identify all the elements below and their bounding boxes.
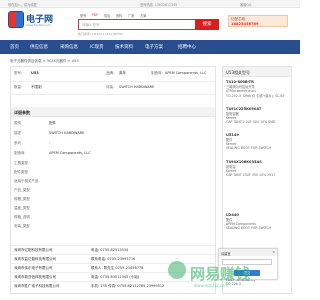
nav-item-purchase[interactable]: 采购信息 (60, 44, 78, 50)
brand-label: 品牌： (106, 71, 117, 75)
nav-item-ic-stock[interactable]: IC现货 (90, 44, 103, 50)
contact-company[interactable]: 深圳市益达普科技有限公司 (14, 257, 56, 262)
detail-label: 规格_类型 (14, 197, 30, 201)
site-logo-icon[interactable] (8, 11, 24, 28)
divider (11, 81, 215, 82)
contact-info: 电话: 0755-82513534 (91, 248, 129, 252)
detail-row: 系列 - (11, 139, 215, 149)
detail-row: 温度_类型 (11, 204, 215, 213)
related-item[interactable]: T491C225K050AT 钽电容器 Kemet CAP TANT 2.2UF… (226, 107, 275, 124)
detail-label: 制造商 (14, 151, 25, 155)
search-input[interactable]: 请输入型号 (78, 19, 195, 30)
contact-company[interactable]: 深圳市新亚信科技有限公司 (14, 275, 56, 280)
search-button[interactable]: 搜索 (195, 19, 219, 30)
ad-phone: 18823456789 (231, 22, 259, 26)
related-item[interactable]: T410-800B-TR 三端双向可控硅开关 STMicroelectronic… (226, 80, 290, 98)
detail-value: - (49, 141, 51, 145)
topbar-left-text[interactable]: 现在加入，成为收藏 (8, 2, 37, 7)
detail-table: 类别 配件 描述 SWITCH HARDWARE 系列 - 制造商 APEM C… (11, 119, 215, 231)
related-item[interactable]: T494X106K035AS 钽电容 Kemet CAP TANT 10UF 3… (226, 160, 275, 177)
mfr-value: APEM Components, LLC (165, 71, 207, 75)
related-item-line: SEALING BOOT FOR SWITCH (226, 226, 271, 230)
detail-label: 安装_类型 (14, 224, 30, 228)
sidebar-header: U53相关型号 (223, 67, 291, 77)
nav-item-tech[interactable]: 技术资料 (115, 44, 133, 50)
model-label: 型号： (14, 71, 25, 75)
contact-company[interactable]: 深圳市胜广电子科技有限公司 (14, 284, 60, 289)
ad-banner[interactable]: 亿配芯城 18823456789 (228, 15, 288, 27)
pkg-label: 封装： (106, 85, 117, 89)
main-nav: 首页 供应信息 采购信息 IC现货 技术资料 电子方案 招聘中心 (0, 40, 300, 54)
related-item-line: TO-252-3, DPak (2 引线+接片), SC-63 (226, 94, 285, 98)
search-tab[interactable]: PDF (92, 13, 98, 17)
detail-header: 详细参数 (11, 107, 215, 117)
detail-label: 温度_类型 (14, 206, 30, 210)
qty-value: 不限制 (31, 85, 42, 89)
divider (11, 94, 215, 95)
nav-item-supply[interactable]: 供应信息 (30, 44, 48, 50)
close-icon[interactable]: × (272, 250, 275, 254)
watermark-logo-icon (168, 261, 186, 279)
detail-label: 配件类型 (14, 170, 28, 174)
topbar-hotline: 咨询热线: 13632612345 (140, 3, 178, 7)
topbar-qq[interactable]: 客服QQ (240, 2, 251, 7)
contact-info: 联系电话: 0755-23995716 (91, 257, 136, 261)
detail-label: 适用于相关产品 (14, 179, 39, 183)
detail-label: 规格_说明 (14, 215, 30, 219)
search-tab[interactable]: 型号 (80, 13, 86, 18)
hot-search[interactable]: 热门搜索: LM324 TL431 NE555 (78, 32, 123, 36)
mfr-label: 制造商： (151, 71, 165, 75)
detail-label: 系列 (14, 141, 21, 145)
qty-label: 数量： (14, 85, 25, 89)
search-tab[interactable]: 方案 (140, 13, 146, 18)
detail-row: 类别 配件 (11, 119, 215, 129)
nav-item-home[interactable]: 首页 (10, 44, 19, 50)
related-item-line: CAP TANT 10UF 35V 10% 2917 (226, 173, 276, 177)
search-tab[interactable]: 资料 (116, 13, 122, 18)
detail-row: 产品_类型 (11, 186, 215, 195)
watermark: 网易赚钱 www.wzszsz.com (168, 255, 288, 295)
contact-row: 深圳市亿配科技有限公司 电话: 0755-82513534 (11, 245, 215, 254)
detail-row: 制造商 APEM Components, LLC (11, 149, 215, 159)
detail-label: 描述 (14, 131, 21, 135)
search-tab[interactable]: 供应 (104, 13, 110, 18)
contact-company[interactable]: 深圳市纬尔电子有限公司 (14, 266, 53, 271)
detail-label: 工具类型 (14, 161, 28, 165)
related-item[interactable]: U2440 配件 APEM Components SEALING BOOT FO… (226, 213, 271, 230)
detail-row: 描述 SWITCH HARDWARE (11, 129, 215, 139)
contact-info: 联系人: 陈先生 0755-23456778 (91, 266, 144, 270)
search-tab[interactable]: 厂家 (128, 13, 134, 18)
nav-item-solutions[interactable]: 电子方案 (145, 44, 163, 50)
related-item-line: CAP TANT 2.2UF 50V 10% SMD (226, 120, 276, 124)
detail-row: 规格_类型 (11, 195, 215, 204)
nav-item-jobs[interactable]: 招聘中心 (178, 44, 196, 50)
contact-company[interactable]: 深圳市亿配科技有限公司 (14, 248, 53, 253)
detail-row: 工具类型 (11, 159, 215, 168)
site-url: www.51dzw.com (26, 23, 51, 27)
contact-info: 手机: 135 传真: 0755-82122785 23999512 (91, 284, 165, 288)
related-item[interactable]: U5149 配件 Kemet SEALING BOOT FOR SWITCH (226, 133, 271, 150)
breadcrumb[interactable]: 电子元器件供应信息 > 3C/JX元器件 > U53 (10, 59, 79, 64)
detail-label: 产品_类型 (14, 188, 30, 192)
related-item-line: SEALING BOOT FOR SWITCH (226, 146, 271, 150)
detail-value: SWITCH HARDWARE (49, 131, 85, 135)
detail-value: 配件 (49, 121, 56, 125)
detail-row: 安装_类型 (11, 222, 215, 231)
brand-value: 英年 (119, 71, 126, 75)
detail-row: 配件类型 (11, 168, 215, 177)
top-bar: 现在加入，成为收藏 咨询热线: 13632612345 客服QQ (0, 0, 300, 8)
detail-row: 规格_说明 (11, 213, 215, 222)
model-value: U53 (31, 71, 39, 75)
pkg-value: SWITCH HARDWARE (119, 85, 155, 89)
detail-label: 类别 (14, 121, 21, 125)
detail-value: APEM Components, LLC (49, 151, 91, 155)
watermark-sub: www.wzszsz.com (194, 283, 229, 288)
contact-info: 电话: 0755-83012345 (小姐) (91, 275, 140, 279)
watermark-text: 网易赚钱 (190, 265, 251, 283)
detail-row: 适用于相关产品 (11, 177, 215, 186)
